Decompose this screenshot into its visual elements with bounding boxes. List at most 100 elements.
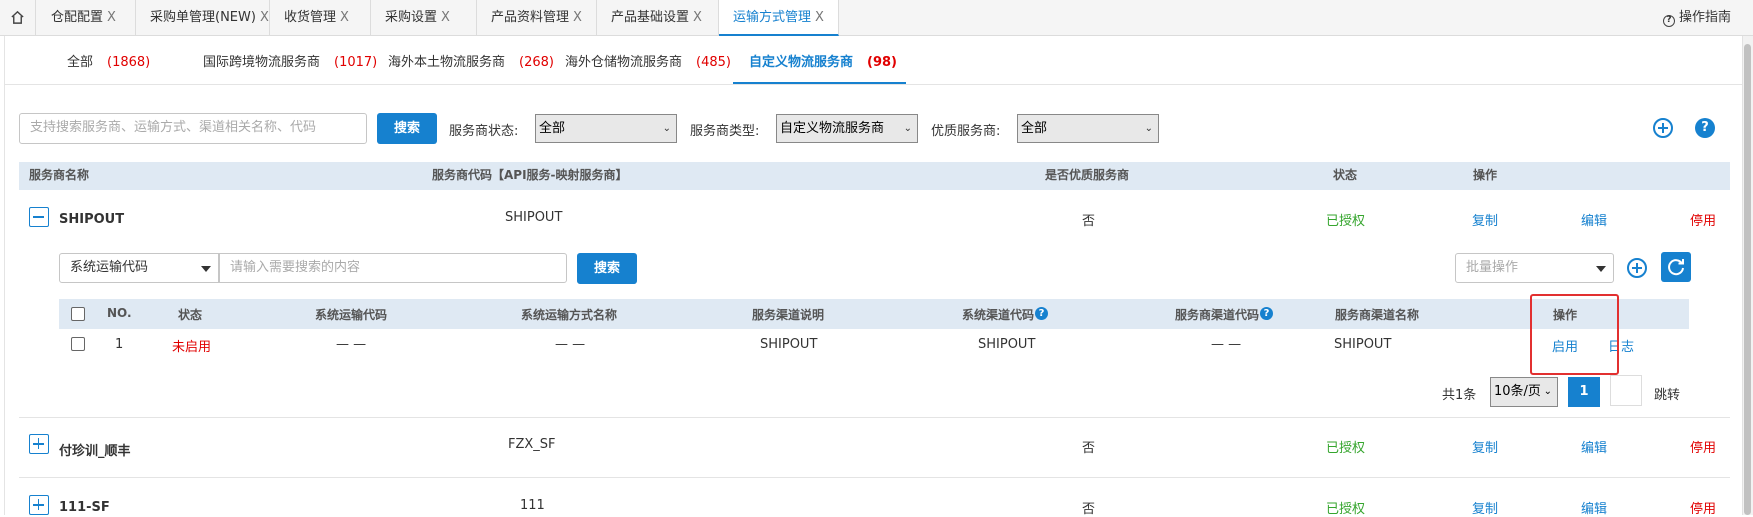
provider-channel-name: SHIPOUT bbox=[1334, 337, 1392, 352]
sub-field-select[interactable]: 系统运输代码 bbox=[59, 253, 219, 283]
tab-count: (1017) bbox=[334, 55, 378, 70]
provider-code: 111 bbox=[520, 498, 545, 513]
disable-link[interactable]: 停用 bbox=[1690, 437, 1716, 456]
pager-total: 共1条 bbox=[1442, 388, 1477, 403]
chevron-down-icon: ⌄ bbox=[1144, 123, 1153, 134]
edit-link[interactable]: 编辑 bbox=[1581, 437, 1607, 456]
close-icon[interactable]: X bbox=[340, 10, 349, 25]
search-button[interactable]: 搜索 bbox=[377, 113, 437, 144]
disable-link[interactable]: 停用 bbox=[1690, 210, 1716, 229]
sub-col-channel-code: 系统渠道代码? bbox=[962, 306, 1049, 323]
tab-count: (98) bbox=[867, 55, 897, 70]
tab-label: 产品资料管理 bbox=[491, 10, 570, 25]
page-size-select[interactable]: 10条/页 ⌄ bbox=[1490, 377, 1558, 407]
page-jump-label[interactable]: 跳转 bbox=[1654, 384, 1680, 403]
provider-code: SHIPOUT bbox=[505, 210, 563, 225]
disable-link[interactable]: 停用 bbox=[1690, 498, 1716, 517]
category-tab-all[interactable]: 全部 (1868) bbox=[67, 50, 150, 76]
chevron-down-icon: ⌄ bbox=[662, 123, 671, 134]
close-icon[interactable]: X bbox=[815, 10, 824, 25]
top-tab-product-basic-settings[interactable]: 产品基础设置 X bbox=[597, 0, 719, 36]
category-tab-custom[interactable]: 自定义物流服务商 (98) bbox=[749, 50, 897, 76]
provider-channel-code: — — bbox=[1211, 337, 1242, 352]
copy-link[interactable]: 复制 bbox=[1472, 498, 1498, 517]
batch-action-select[interactable]: 批量操作 bbox=[1455, 253, 1614, 283]
quality-select[interactable]: 全部 ⌄ bbox=[1017, 114, 1159, 143]
category-tab-overseas-local[interactable]: 海外本土物流服务商 (268) bbox=[388, 50, 554, 76]
help-icon[interactable]: ? bbox=[1035, 307, 1049, 320]
add-channel-icon[interactable] bbox=[1627, 258, 1647, 278]
refresh-button[interactable] bbox=[1661, 252, 1691, 282]
close-icon[interactable]: X bbox=[441, 10, 450, 25]
provider-name: 付珍训_顺丰 bbox=[59, 444, 131, 459]
category-tab-cross-border[interactable]: 国际跨境物流服务商 (1017) bbox=[203, 50, 377, 76]
edit-link[interactable]: 编辑 bbox=[1581, 498, 1607, 517]
sys-code: — — bbox=[336, 337, 367, 352]
close-icon[interactable]: X bbox=[573, 10, 582, 25]
question-icon: ? bbox=[1662, 15, 1675, 27]
page-jump-input[interactable] bbox=[1610, 375, 1642, 406]
copy-link[interactable]: 复制 bbox=[1472, 210, 1498, 229]
top-tab-purchase-orders[interactable]: 采购单管理(NEW) X bbox=[136, 0, 270, 36]
top-tab-warehouse-config[interactable]: 仓配配置 X bbox=[37, 0, 136, 36]
placeholder-text: 批量操作 bbox=[1466, 260, 1519, 275]
divider bbox=[4, 84, 1742, 85]
highlight-box bbox=[1530, 294, 1619, 375]
refresh-icon bbox=[1668, 259, 1684, 276]
operation-guide-link[interactable]: ? 操作指南 bbox=[1662, 0, 1731, 36]
col-premium: 是否优质服务商 bbox=[1045, 168, 1130, 182]
scrollbar-thumb[interactable] bbox=[1744, 44, 1751, 515]
top-tab-bar: 仓配配置 X 采购单管理(NEW) X 收货管理 X 采购设置 X 产品资料管理 X 产品… bbox=[0, 0, 1753, 36]
close-icon[interactable]: X bbox=[260, 10, 269, 25]
select-all-checkbox[interactable] bbox=[71, 307, 85, 321]
page-current[interactable]: 1 bbox=[1568, 377, 1600, 407]
sub-search-input[interactable]: 请输入需要搜索的内容 bbox=[219, 253, 567, 283]
copy-link[interactable]: 复制 bbox=[1472, 437, 1498, 456]
close-icon[interactable]: X bbox=[107, 10, 116, 25]
channel-desc: SHIPOUT bbox=[760, 337, 818, 352]
select-value: 全部 bbox=[539, 121, 566, 136]
row-no: 1 bbox=[115, 337, 124, 352]
home-tab[interactable] bbox=[0, 0, 36, 36]
top-tab-purchase-settings[interactable]: 采购设置 X bbox=[371, 0, 477, 36]
sub-col-sys-code: 系统运输代码 bbox=[315, 308, 388, 322]
sub-col-sys-name: 系统运输方式名称 bbox=[521, 308, 618, 322]
tab-label: 运输方式管理 bbox=[733, 10, 812, 25]
header-label: 系统渠道代码 bbox=[962, 308, 1035, 322]
type-filter-label: 服务商类型: bbox=[690, 124, 760, 139]
tab-label: 自定义物流服务商 bbox=[749, 55, 854, 70]
sys-name: — — bbox=[555, 337, 586, 352]
status-filter-label: 服务商状态: bbox=[449, 124, 519, 139]
expand-icon[interactable] bbox=[29, 434, 49, 454]
add-provider-icon[interactable] bbox=[1653, 118, 1673, 138]
collapse-icon[interactable] bbox=[29, 207, 49, 227]
status-badge: 已授权 bbox=[1326, 441, 1366, 456]
provider-search-input[interactable]: 支持搜索服务商、运输方式、渠道相关名称、代码 bbox=[19, 113, 367, 144]
status-badge: 已授权 bbox=[1326, 214, 1366, 229]
category-tab-overseas-warehouse[interactable]: 海外仓储物流服务商 (485) bbox=[565, 50, 731, 76]
select-value: 自定义物流服务商 bbox=[780, 121, 885, 136]
help-icon[interactable]: ? bbox=[1260, 307, 1274, 320]
close-icon[interactable]: X bbox=[693, 10, 702, 25]
top-tab-shipping-methods[interactable]: 运输方式管理 X bbox=[719, 0, 839, 36]
sub-search-button[interactable]: 搜索 bbox=[577, 253, 637, 284]
sub-col-provider-channel-code: 服务商渠道代码? bbox=[1175, 306, 1274, 323]
channel-status: 未启用 bbox=[172, 340, 212, 355]
premium-value: 否 bbox=[1082, 214, 1096, 229]
tab-label: 采购单管理(NEW) bbox=[150, 10, 256, 25]
row-checkbox[interactable] bbox=[71, 337, 85, 351]
tab-label: 海外本土物流服务商 bbox=[388, 55, 506, 70]
tab-label: 海外仓储物流服务商 bbox=[565, 55, 683, 70]
help-icon[interactable]: ? bbox=[1695, 118, 1715, 138]
caret-down-icon bbox=[201, 266, 211, 272]
divider bbox=[19, 417, 1730, 418]
top-tab-product-info[interactable]: 产品资料管理 X bbox=[477, 0, 597, 36]
expand-icon[interactable] bbox=[29, 495, 49, 515]
sub-col-no: NO. bbox=[107, 306, 132, 320]
status-select[interactable]: 全部 ⌄ bbox=[535, 114, 677, 143]
top-tab-receiving[interactable]: 收货管理 X bbox=[270, 0, 371, 36]
type-select[interactable]: 自定义物流服务商 ⌄ bbox=[776, 114, 918, 143]
tab-label: 采购设置 bbox=[385, 10, 438, 25]
edit-link[interactable]: 编辑 bbox=[1581, 210, 1607, 229]
chevron-down-icon: ⌄ bbox=[1543, 386, 1552, 397]
